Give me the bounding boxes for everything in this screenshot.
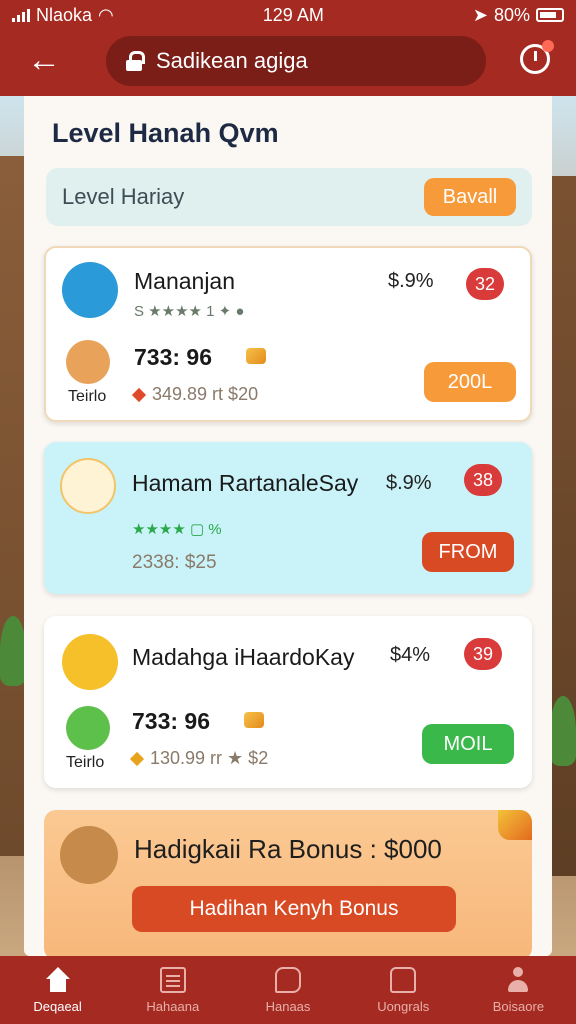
player-percent: $.9% — [388, 270, 434, 292]
sub-score: 349.89 rt $20 — [131, 384, 259, 405]
search-bar[interactable]: Sadikean agiga — [106, 36, 486, 86]
score-value: 733: 96 — [134, 344, 213, 370]
background-plant-left — [0, 616, 26, 686]
page-title: Level Hanah Qvm — [52, 118, 279, 148]
gift-icon — [390, 966, 417, 993]
tiger-avatar-icon — [62, 634, 118, 690]
bonus-title: Hadigkaii Ra Bonus : $000 — [134, 834, 442, 864]
status-bar: Nlaoka ◠ 129 AM ➤ 80% — [0, 0, 576, 30]
bonus-button[interactable]: Hadihan Kenyh Bonus — [132, 886, 456, 932]
battery-icon — [535, 8, 564, 22]
home-icon — [45, 966, 71, 993]
tab-home[interactable]: Deqaeal — [0, 956, 115, 1024]
card-action-button[interactable]: 200L — [424, 362, 516, 402]
cookie-face-icon — [66, 340, 110, 384]
player-avatar-icon — [62, 262, 118, 318]
back-arrow-icon[interactable]: ← — [24, 42, 64, 82]
player-percent: $4% — [390, 644, 431, 666]
player-name: Hamam RartanaleSay — [132, 470, 359, 496]
background-building-right — [552, 176, 576, 876]
tab-gifts[interactable]: Uongrals — [346, 956, 461, 1024]
location-icon: ➤ — [472, 4, 488, 25]
coin-icon — [246, 348, 266, 364]
diamond-icon — [131, 387, 147, 403]
ribbon-badge-icon — [498, 810, 532, 840]
card-action-button[interactable]: FROM — [422, 532, 514, 572]
background-building-left — [0, 156, 24, 856]
tab-label: Uongrals — [377, 998, 430, 1014]
list-icon — [159, 966, 186, 993]
leaderboard-card[interactable]: Madahga iHaardoKay $4% 39 Teirlo 733: 96… — [44, 616, 532, 788]
diamond-icon — [129, 751, 145, 767]
rank-badge: 38 — [464, 464, 502, 496]
bonus-character-icon — [60, 826, 118, 884]
card-action-button[interactable]: MOIL — [422, 724, 514, 764]
clock: 129 AM — [262, 4, 324, 25]
smiley-avatar-icon — [66, 706, 110, 750]
coin-icon — [244, 712, 264, 728]
chat-icon — [275, 966, 301, 993]
rank-badge: 32 — [466, 268, 504, 300]
rating-stars: ★★★★ ▢ % — [132, 521, 222, 538]
cake-avatar-icon — [60, 458, 116, 514]
sub-score: 130.99 rr ★ $2 — [129, 748, 269, 769]
top-app-bar: ← Sadikean agiga — [0, 30, 576, 96]
sub-score-text: 349.89 rt $20 — [152, 384, 259, 404]
tab-label: Hahaana — [146, 998, 200, 1014]
player-name: Mananjan — [134, 268, 236, 294]
level-label: Level Hariay — [62, 184, 185, 209]
wifi-icon: ◠ — [98, 4, 114, 25]
content-panel: Level Hanah Qvm Level Hariay Bavall Mana… — [24, 96, 552, 960]
level-action-button[interactable]: Bavall — [424, 178, 516, 216]
tab-label: Hanaas — [265, 998, 311, 1014]
rating-stars: S ★★★★ 1 ✦ ● — [134, 303, 245, 320]
score-value: 733: 96 — [132, 708, 211, 734]
player-name: Madahga iHaardoKay — [132, 644, 355, 670]
tab-label: Deqaeal — [33, 998, 82, 1014]
player-tag: Teirlo — [66, 754, 105, 771]
lock-icon — [126, 51, 145, 71]
tab-chat[interactable]: Hanaas — [230, 956, 345, 1024]
carrier-label: Nlaoka — [36, 4, 93, 25]
tab-profile[interactable]: Boisaore — [461, 956, 576, 1024]
signal-icon — [12, 8, 30, 22]
background-plant-right — [550, 696, 576, 766]
level-bar: Level Hariay Bavall — [46, 168, 532, 226]
leaderboard-card-highlighted[interactable]: Hamam RartanaleSay $.9% 38 ★★★★ ▢ % 2338… — [44, 442, 532, 594]
notification-dot — [542, 40, 554, 52]
bottom-tab-bar: Deqaeal Hahaana Hanaas Uongrals Boisaore — [0, 956, 576, 1024]
leaderboard-card[interactable]: Mananjan $.9% 32 S ★★★★ 1 ✦ ● Teirlo 733… — [44, 246, 532, 422]
sub-score-text: 130.99 rr ★ $2 — [150, 748, 269, 768]
player-percent: $.9% — [386, 472, 432, 494]
user-icon — [505, 966, 531, 993]
tab-list[interactable]: Hahaana — [115, 956, 230, 1024]
tab-label: Boisaore — [492, 998, 545, 1014]
player-tag: Teirlo — [68, 388, 107, 405]
search-text: Sadikean agiga — [156, 48, 308, 73]
timer-icon[interactable] — [520, 40, 554, 74]
bonus-card: Hadigkaii Ra Bonus : $000 Hadihan Kenyh … — [44, 810, 532, 960]
rank-badge: 39 — [464, 638, 502, 670]
battery-percent: 80% — [493, 4, 530, 25]
sub-score: 2338: $25 — [132, 552, 217, 573]
